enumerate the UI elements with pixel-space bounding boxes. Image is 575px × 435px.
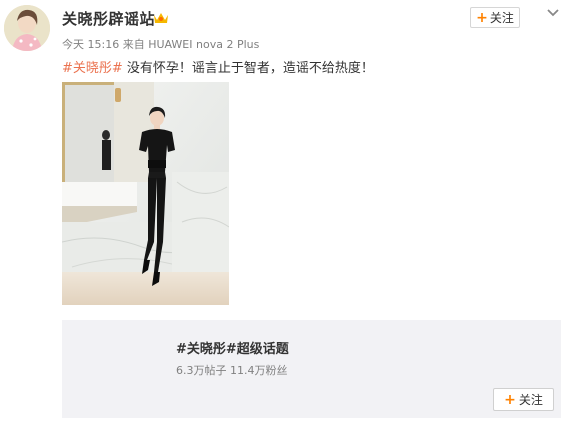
post-body: 没有怀孕！谣言止于智者，造谣不给热度！ (122, 61, 374, 76)
avatar[interactable] (4, 5, 50, 51)
topic-follow-label: 关注 (518, 393, 543, 407)
photo-image (62, 82, 229, 305)
chevron-down-icon[interactable] (546, 8, 560, 18)
avatar-image (4, 5, 50, 51)
super-topic-card[interactable]: #关晓彤#超级话题 6.3万帖子 11.4万粉丝 + 关注 (62, 320, 561, 418)
username[interactable]: 关晓彤辟谣站 (62, 8, 155, 29)
topic-title[interactable]: #关晓彤#超级话题 (176, 338, 289, 357)
post-text: #关晓彤# 没有怀孕！谣言止于智者，造谣不给热度！ (62, 57, 374, 76)
follow-label: 关注 (489, 11, 514, 25)
follow-button[interactable]: + 关注 (470, 7, 520, 28)
topic-thumbnail (62, 320, 160, 418)
topic-follow-button[interactable]: + 关注 (493, 388, 554, 411)
hashtag-link[interactable]: #关晓彤# (62, 61, 123, 76)
post-photo[interactable] (62, 82, 229, 305)
plus-icon: + (476, 9, 488, 26)
vip-badge-icon (154, 13, 168, 23)
plus-icon: + (504, 391, 516, 408)
post-meta: 今天 15:16 来自 HUAWEI nova 2 Plus (62, 38, 260, 51)
topic-stats: 6.3万帖子 11.4万粉丝 (176, 364, 288, 377)
